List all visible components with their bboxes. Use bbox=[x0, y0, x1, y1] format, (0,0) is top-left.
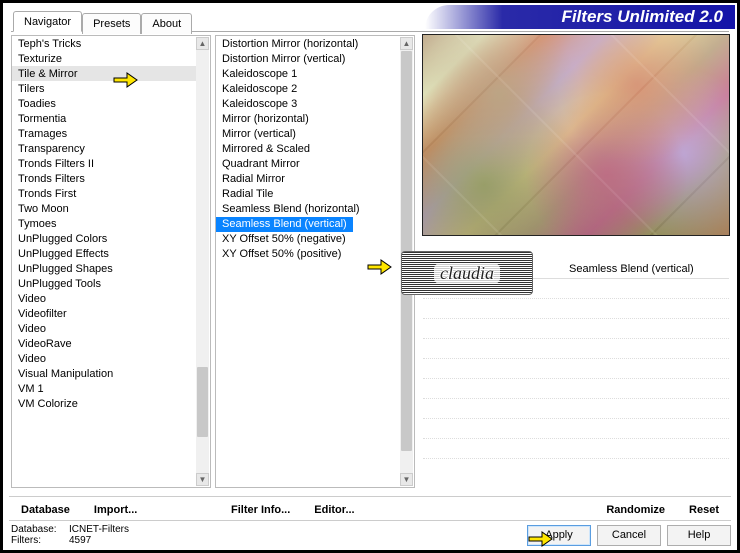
db-label: Database: bbox=[11, 524, 61, 535]
filter-item[interactable]: Kaleidoscope 2 bbox=[216, 81, 400, 96]
category-item[interactable]: Transparency bbox=[12, 141, 196, 156]
filter-item[interactable]: Kaleidoscope 3 bbox=[216, 96, 400, 111]
category-item[interactable]: Tronds First bbox=[12, 186, 196, 201]
param-row bbox=[423, 319, 729, 339]
category-item[interactable]: Two Moon bbox=[12, 201, 196, 216]
category-item[interactable]: Tilers bbox=[12, 81, 196, 96]
category-item[interactable]: Video bbox=[12, 291, 196, 306]
filter-item[interactable]: Kaleidoscope 1 bbox=[216, 66, 400, 81]
category-item[interactable]: Tile & Mirror bbox=[12, 66, 196, 81]
app-title-bar: Filters Unlimited 2.0 bbox=[425, 5, 735, 29]
category-item[interactable]: UnPlugged Shapes bbox=[12, 261, 196, 276]
randomize-button[interactable]: Randomize bbox=[594, 502, 677, 516]
db-value: ICNET-Filters bbox=[69, 524, 129, 535]
category-item[interactable]: Videofilter bbox=[12, 306, 196, 321]
param-rows bbox=[423, 279, 729, 459]
filter-item[interactable]: Mirror (horizontal) bbox=[216, 111, 400, 126]
tab-strip: Navigator Presets About bbox=[13, 11, 192, 32]
watermark-text: claudia bbox=[434, 263, 500, 284]
filters-label: Filters: bbox=[11, 535, 61, 546]
filter-item[interactable]: Mirrored & Scaled bbox=[216, 141, 400, 156]
help-button[interactable]: Help bbox=[667, 525, 731, 546]
import-button[interactable]: Import... bbox=[82, 502, 149, 516]
category-item[interactable]: UnPlugged Effects bbox=[12, 246, 196, 261]
pointer-annotation-icon bbox=[526, 527, 554, 551]
category-item[interactable]: Tronds Filters bbox=[12, 171, 196, 186]
category-item[interactable]: Texturize bbox=[12, 51, 196, 66]
filter-item[interactable]: Quadrant Mirror bbox=[216, 156, 400, 171]
pointer-annotation-icon bbox=[111, 68, 139, 92]
reset-button[interactable]: Reset bbox=[677, 502, 731, 516]
dialog-button-bar: Database: ICNET-Filters Filters: 4597 Ap… bbox=[9, 520, 731, 546]
category-item[interactable]: Video bbox=[12, 351, 196, 366]
text-button-bar: Database Import... Filter Info... Editor… bbox=[9, 496, 731, 516]
pointer-annotation-icon bbox=[365, 255, 393, 279]
category-item[interactable]: UnPlugged Tools bbox=[12, 276, 196, 291]
filter-item[interactable]: Distortion Mirror (horizontal) bbox=[216, 36, 400, 51]
filter-item[interactable]: Seamless Blend (horizontal) bbox=[216, 201, 400, 216]
filter-item[interactable]: Radial Tile bbox=[216, 186, 400, 201]
param-row bbox=[423, 379, 729, 399]
database-button[interactable]: Database bbox=[9, 502, 82, 516]
category-item[interactable]: Teph's Tricks bbox=[12, 36, 196, 51]
scroll-down-icon[interactable]: ▼ bbox=[196, 473, 209, 486]
database-info: Database: ICNET-Filters Filters: 4597 bbox=[9, 524, 129, 546]
app-window: Filters Unlimited 2.0 Navigator Presets … bbox=[0, 0, 740, 553]
app-title: Filters Unlimited 2.0 bbox=[561, 7, 723, 26]
category-item[interactable]: VM Colorize bbox=[12, 396, 196, 411]
filter-item[interactable]: Seamless Blend (vertical) bbox=[216, 217, 353, 232]
category-scrollbar[interactable]: ▲ ▼ bbox=[196, 37, 209, 486]
tab-about[interactable]: About bbox=[141, 13, 192, 34]
filters-value: 4597 bbox=[69, 535, 91, 546]
filter-info-button[interactable]: Filter Info... bbox=[219, 502, 302, 516]
filter-item[interactable]: Distortion Mirror (vertical) bbox=[216, 51, 400, 66]
preview-image bbox=[423, 35, 729, 235]
watermark: claudia bbox=[401, 251, 533, 295]
category-item[interactable]: VideoRave bbox=[12, 336, 196, 351]
category-item[interactable]: Toadies bbox=[12, 96, 196, 111]
category-item[interactable]: Tronds Filters II bbox=[12, 156, 196, 171]
category-item[interactable]: Tramages bbox=[12, 126, 196, 141]
filter-item[interactable]: Radial Mirror bbox=[216, 171, 400, 186]
category-item[interactable]: Tymoes bbox=[12, 216, 196, 231]
cancel-button[interactable]: Cancel bbox=[597, 525, 661, 546]
scroll-up-icon[interactable]: ▲ bbox=[400, 37, 413, 50]
tab-presets[interactable]: Presets bbox=[82, 13, 141, 34]
scroll-thumb[interactable] bbox=[197, 367, 208, 437]
param-row bbox=[423, 439, 729, 459]
scroll-up-icon[interactable]: ▲ bbox=[196, 37, 209, 50]
category-item[interactable]: VM 1 bbox=[12, 381, 196, 396]
category-item[interactable]: Video bbox=[12, 321, 196, 336]
category-item[interactable]: Visual Manipulation bbox=[12, 366, 196, 381]
param-row bbox=[423, 359, 729, 379]
scroll-down-icon[interactable]: ▼ bbox=[400, 473, 413, 486]
category-list[interactable]: Teph's TricksTexturizeTile & MirrorTiler… bbox=[11, 35, 211, 488]
editor-button[interactable]: Editor... bbox=[302, 502, 366, 516]
param-row bbox=[423, 419, 729, 439]
param-row bbox=[423, 339, 729, 359]
tab-navigator[interactable]: Navigator bbox=[13, 11, 82, 32]
param-row bbox=[423, 399, 729, 419]
category-item[interactable]: Tormentia bbox=[12, 111, 196, 126]
filter-item[interactable]: XY Offset 50% (negative) bbox=[216, 232, 400, 247]
filter-item[interactable]: Mirror (vertical) bbox=[216, 126, 400, 141]
param-row bbox=[423, 299, 729, 319]
category-item[interactable]: UnPlugged Colors bbox=[12, 231, 196, 246]
